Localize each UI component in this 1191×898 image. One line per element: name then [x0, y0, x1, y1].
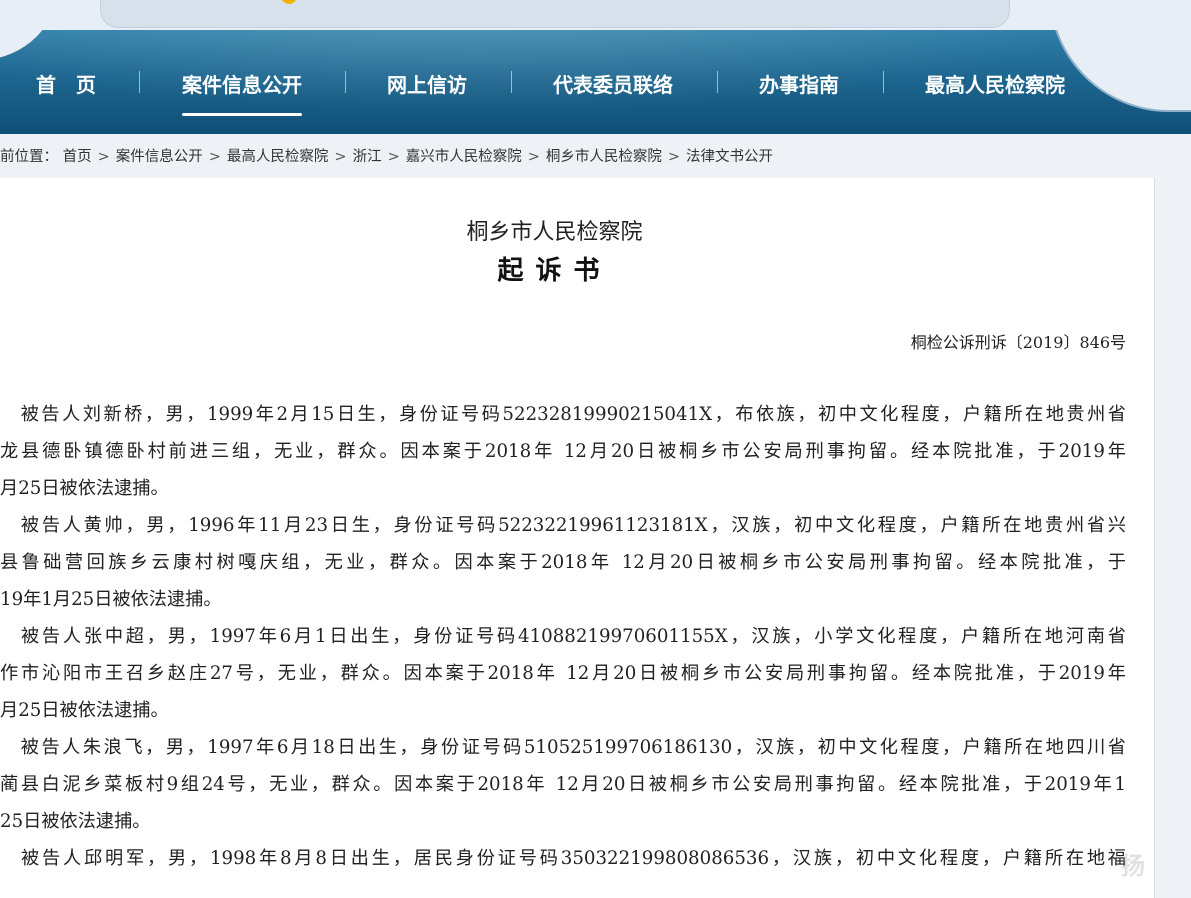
- breadcrumb-separator: >: [97, 149, 110, 165]
- breadcrumb-separator: >: [667, 149, 681, 165]
- breadcrumb-item-case-info[interactable]: 案件信息公开: [116, 149, 203, 165]
- breadcrumb-separator: >: [334, 149, 347, 165]
- document-line: 被告人黄帅，男，1996年11月23日生，身份证号码52232219961123…: [0, 515, 1126, 536]
- document-line: 作市沁阳市王召乡赵庄27号，无业，群众。因本案于2018年 12月20日被桐乡市…: [0, 663, 1126, 684]
- breadcrumb-item-home[interactable]: 首页: [63, 149, 92, 165]
- nav-divider: [717, 71, 718, 93]
- nav-item-service-guide[interactable]: 办事指南: [759, 70, 839, 100]
- nav-item-deputy-liaison[interactable]: 代表委员联络: [553, 70, 673, 100]
- breadcrumb-prefix: 前位置：: [0, 149, 58, 165]
- document-line: 25日被依法逮捕。: [0, 811, 151, 832]
- top-banner: [0, 0, 1191, 30]
- document-number: 桐检公诉刑诉〔2019〕846号: [910, 333, 1126, 352]
- nav-item-supreme-procuratorate[interactable]: 最高人民检察院: [925, 70, 1065, 100]
- nav-divider: [883, 71, 884, 93]
- document-line: 被告人邱明军，男，1998年8月8日出生，居民身份证号码350322199808…: [0, 848, 1126, 869]
- breadcrumb-item-legal-docs[interactable]: 法律文书公开: [686, 149, 773, 165]
- document-line: 月25日被依法逮捕。: [0, 478, 169, 499]
- nav-item-petition[interactable]: 网上信访: [387, 70, 467, 100]
- breadcrumb-separator: >: [208, 149, 221, 165]
- breadcrumb-item-supreme[interactable]: 最高人民检察院: [227, 149, 329, 165]
- document-org: 桐乡市人民检察院: [466, 220, 643, 245]
- breadcrumb: 前位置： 首页 > 案件信息公开 > 最高人民检察院 > 浙江 > 嘉兴市人民检察院 > 桐乡市人民…: [0, 134, 1191, 178]
- nav-item-home[interactable]: 首 页: [36, 70, 96, 100]
- nav-divider: [511, 71, 512, 93]
- document-line: 月25日被依法逮捕。: [0, 700, 169, 721]
- document-line: 蔺县白泥乡菜板村9组24号，无业，群众。因本案于2018年 12月20日被桐乡市…: [0, 774, 1126, 795]
- main-nav: 首 页 案件信息公开 网上信访 代表委员联络 办事指南 最高人民检察院: [0, 30, 1191, 134]
- document-line: 被告人朱浪飞，男，1997年6月18日出生，身份证号码5105251997061…: [0, 737, 1126, 758]
- breadcrumb-item-tongxiang[interactable]: 桐乡市人民检察院: [546, 149, 662, 165]
- banner-panel: [100, 0, 1010, 28]
- nav-divider: [139, 71, 140, 93]
- watermark: 扬: [1121, 852, 1145, 880]
- document-line: 龙县德卧镇德卧村前进三组，无业，群众。因本案于2018年 12月20日被桐乡市公…: [0, 441, 1126, 462]
- document-card: 桐乡市人民检察院 起诉书 桐检公诉刑诉〔2019〕846号 被告人刘新桥，男，1…: [0, 178, 1155, 898]
- breadcrumb-separator: >: [527, 149, 540, 165]
- breadcrumb-item-zhejiang[interactable]: 浙江: [353, 149, 382, 165]
- nav-divider: [345, 71, 346, 93]
- breadcrumb-item-jiaxing[interactable]: 嘉兴市人民检察院: [406, 149, 522, 165]
- document-line: 被告人张中超，男，1997年6月1日出生，身份证号码41088219970601…: [0, 626, 1126, 647]
- breadcrumb-separator: >: [387, 149, 400, 165]
- nav-item-case-info[interactable]: 案件信息公开: [182, 70, 302, 100]
- active-tab-indicator: [182, 113, 302, 116]
- document-line: 19年1月25日被依法逮捕。: [0, 589, 222, 610]
- document-line: 被告人刘新桥，男，1999年2月15日生，身份证号码52232819990215…: [0, 404, 1126, 425]
- document-title: 起诉书: [497, 256, 612, 286]
- document-line: 县鲁础营回族乡云康村树嘎庆组，无业，群众。因本案于2018年 12月20日被桐乡…: [0, 552, 1126, 573]
